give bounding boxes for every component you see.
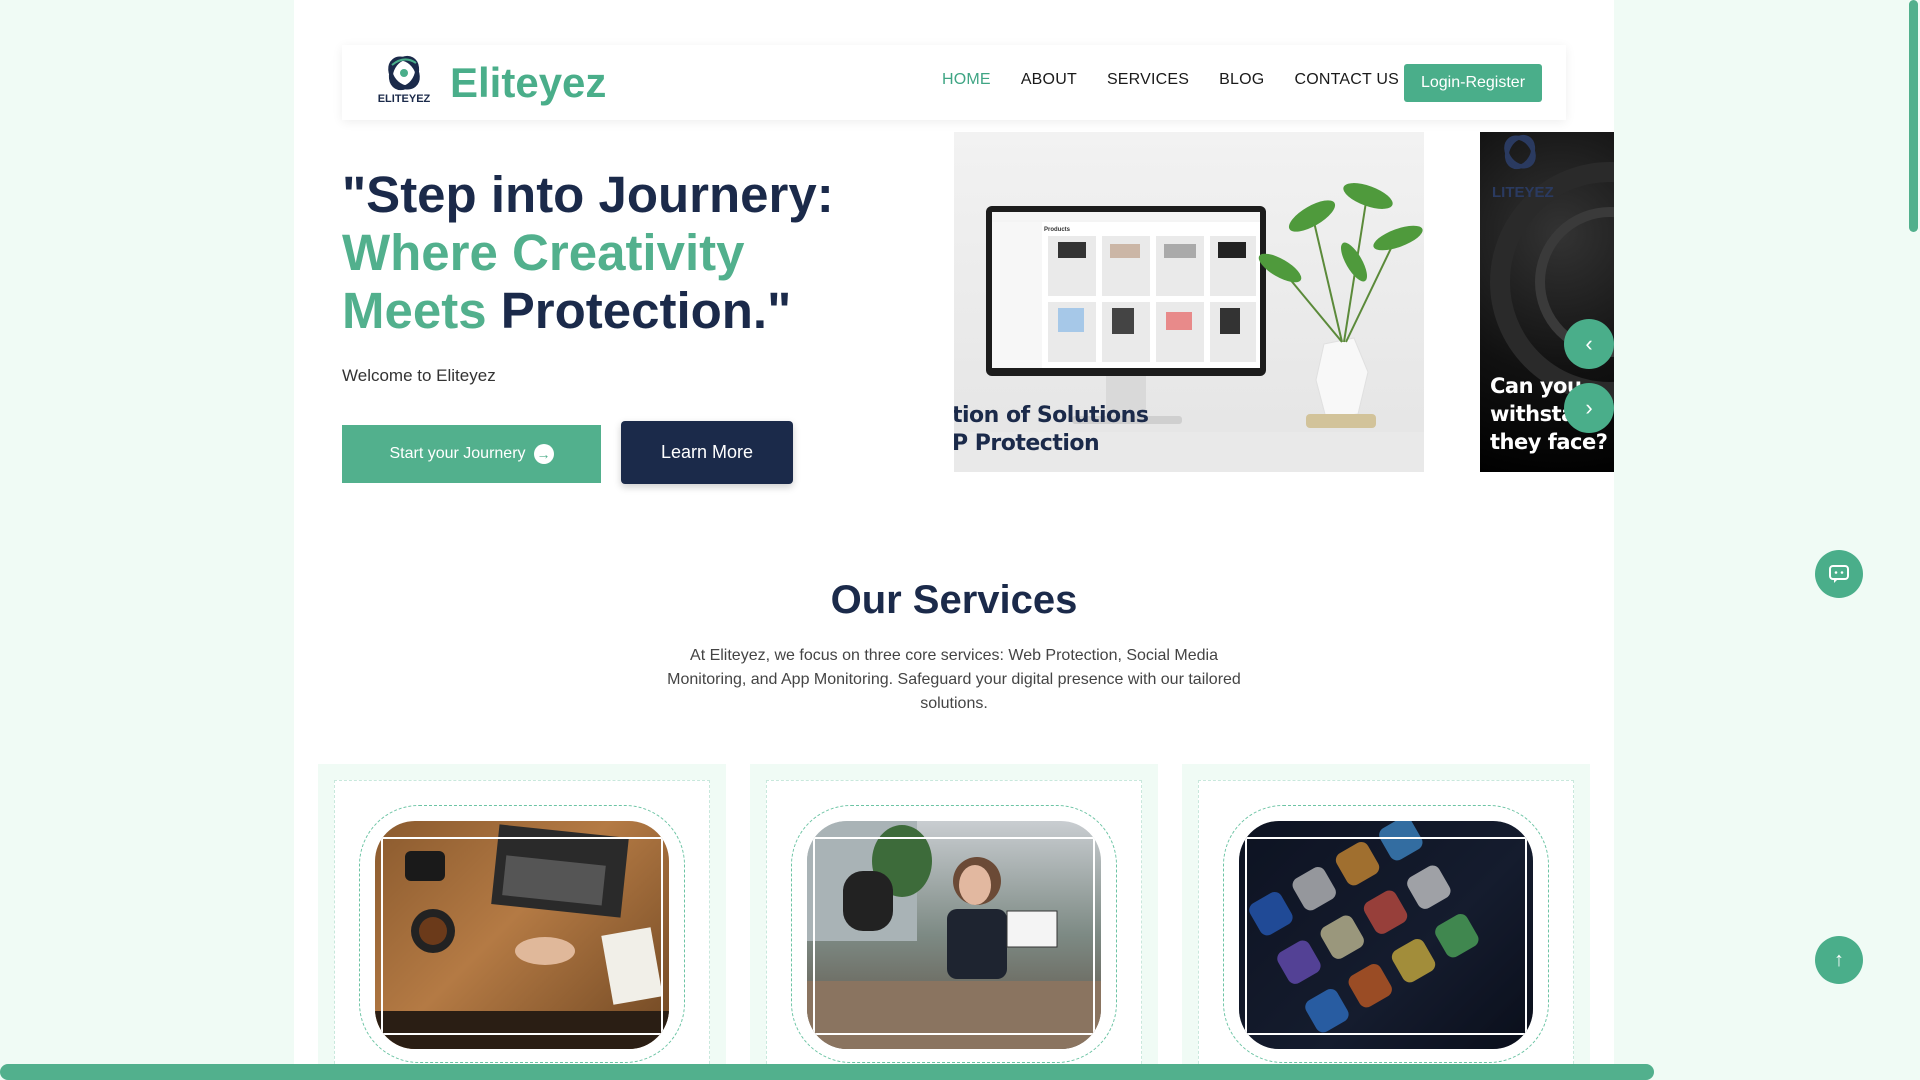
web-protection-image	[375, 821, 669, 1049]
image-frame	[381, 837, 663, 1035]
service-card-inner	[334, 780, 710, 1080]
chat-icon	[1829, 565, 1849, 583]
nav-contact-us[interactable]: CONTACT US	[1294, 71, 1399, 89]
brand-name[interactable]: Eliteyez	[450, 59, 606, 107]
image-frame	[813, 837, 1095, 1035]
chevron-left-icon: ‹	[1585, 331, 1593, 356]
slide1-caption-line2: P Protection	[954, 431, 1100, 456]
hero-title: "Step into Journery: Where Creativity Me…	[342, 166, 862, 340]
app-monitoring-image	[1239, 821, 1533, 1049]
logo[interactable]: ELITEYEZ	[372, 53, 436, 111]
hero-title-green1: Where Creativity	[342, 224, 745, 281]
scroll-to-top-button[interactable]: ↑	[1815, 936, 1863, 984]
nav-about[interactable]: ABOUT	[1021, 71, 1077, 89]
nav-services[interactable]: SERVICES	[1107, 71, 1189, 89]
services-description: At Eliteyez, we focus on three core serv…	[667, 647, 1241, 712]
service-card-app[interactable]	[1182, 764, 1590, 1080]
service-card-social[interactable]	[750, 764, 1158, 1080]
welcome-text: Welcome to Eliteyez	[342, 366, 496, 385]
service-card-web[interactable]	[318, 764, 726, 1080]
login-register-button[interactable]: Login-Register	[1404, 64, 1542, 102]
services-title: Our Services	[830, 578, 1078, 622]
page-scroll-progress-bar	[0, 1064, 1654, 1080]
start-journey-button[interactable]: Start your Journery →	[342, 425, 601, 483]
start-journey-label: Start your Journery	[389, 445, 526, 462]
navbar: ELITEYEZ Eliteyez HOME ABOUT SERVICES BL…	[342, 45, 1566, 120]
learn-more-button[interactable]: Learn More	[621, 421, 793, 484]
slide2-brand: LITEYEZ	[1492, 184, 1554, 201]
arrow-right-circle-icon: →	[533, 444, 554, 464]
image-frame	[1245, 837, 1527, 1035]
slide1-caption: tion of Solutions P Protection	[954, 402, 1149, 458]
svg-text:Products: Products	[1044, 227, 1071, 233]
chevron-right-icon: ›	[1585, 395, 1593, 420]
nav-menu: HOME ABOUT SERVICES BLOG CONTACT US	[942, 71, 1399, 89]
svg-text:ELITEYEZ: ELITEYEZ	[378, 93, 431, 105]
arrow-up-icon: ↑	[1834, 948, 1844, 971]
social-media-image	[807, 821, 1101, 1049]
hero-title-part1: "Step into Journery:	[342, 166, 834, 223]
chat-button[interactable]	[1815, 550, 1863, 598]
slider-next-button[interactable]: ›	[1564, 383, 1614, 433]
service-card-inner	[1198, 780, 1574, 1080]
nav-home[interactable]: HOME	[942, 71, 991, 89]
slider-prev-button[interactable]: ‹	[1564, 319, 1614, 369]
scrollbar-thumb[interactable]	[1909, 0, 1918, 232]
nav-blog[interactable]: BLOG	[1219, 71, 1264, 89]
hero-title-green2: Meets	[342, 282, 487, 339]
hero-title-part2: Protection."	[486, 282, 792, 339]
slider-slide-monitor[interactable]: Products tion of Solutions P Protection	[954, 132, 1424, 472]
service-card-inner	[766, 780, 1142, 1080]
slide1-caption-line1: tion of Solutions	[954, 403, 1149, 428]
